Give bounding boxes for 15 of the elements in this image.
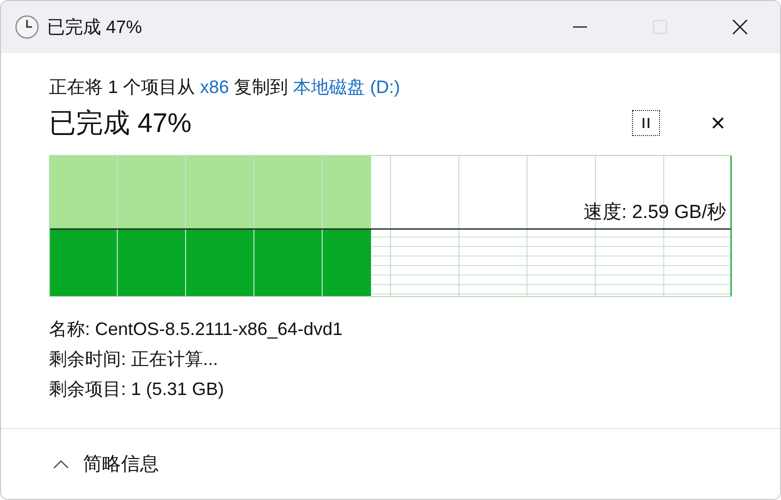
speed-label: 速度: 2.59 GB/秒 — [583, 201, 726, 225]
window-title: 已完成 47% — [47, 16, 144, 39]
progress-heading: 已完成 47% — [49, 107, 193, 140]
folder-link[interactable]: 本地磁盘 (D:) — [293, 77, 400, 97]
pause-button[interactable] — [632, 110, 660, 136]
clock-icon — [15, 15, 39, 39]
details-toggle[interactable]: 简略信息 — [53, 451, 159, 477]
detail-text: 剩余项目: 1 (5.31 GB) — [49, 378, 226, 401]
close-icon — [712, 117, 724, 129]
pause-icon — [641, 117, 651, 129]
folder-link[interactable]: x86 — [200, 77, 230, 97]
copy-status-text: 正在将 1 个项目从 x86 复制到 本地磁盘 (D:) — [49, 76, 402, 99]
caret-icon — [53, 459, 69, 469]
detail-text: 名称: CentOS-8.5.2111-x86_64-dvd1 — [49, 318, 344, 341]
detail-text: 剩余时间: 正在计算... — [49, 348, 220, 371]
